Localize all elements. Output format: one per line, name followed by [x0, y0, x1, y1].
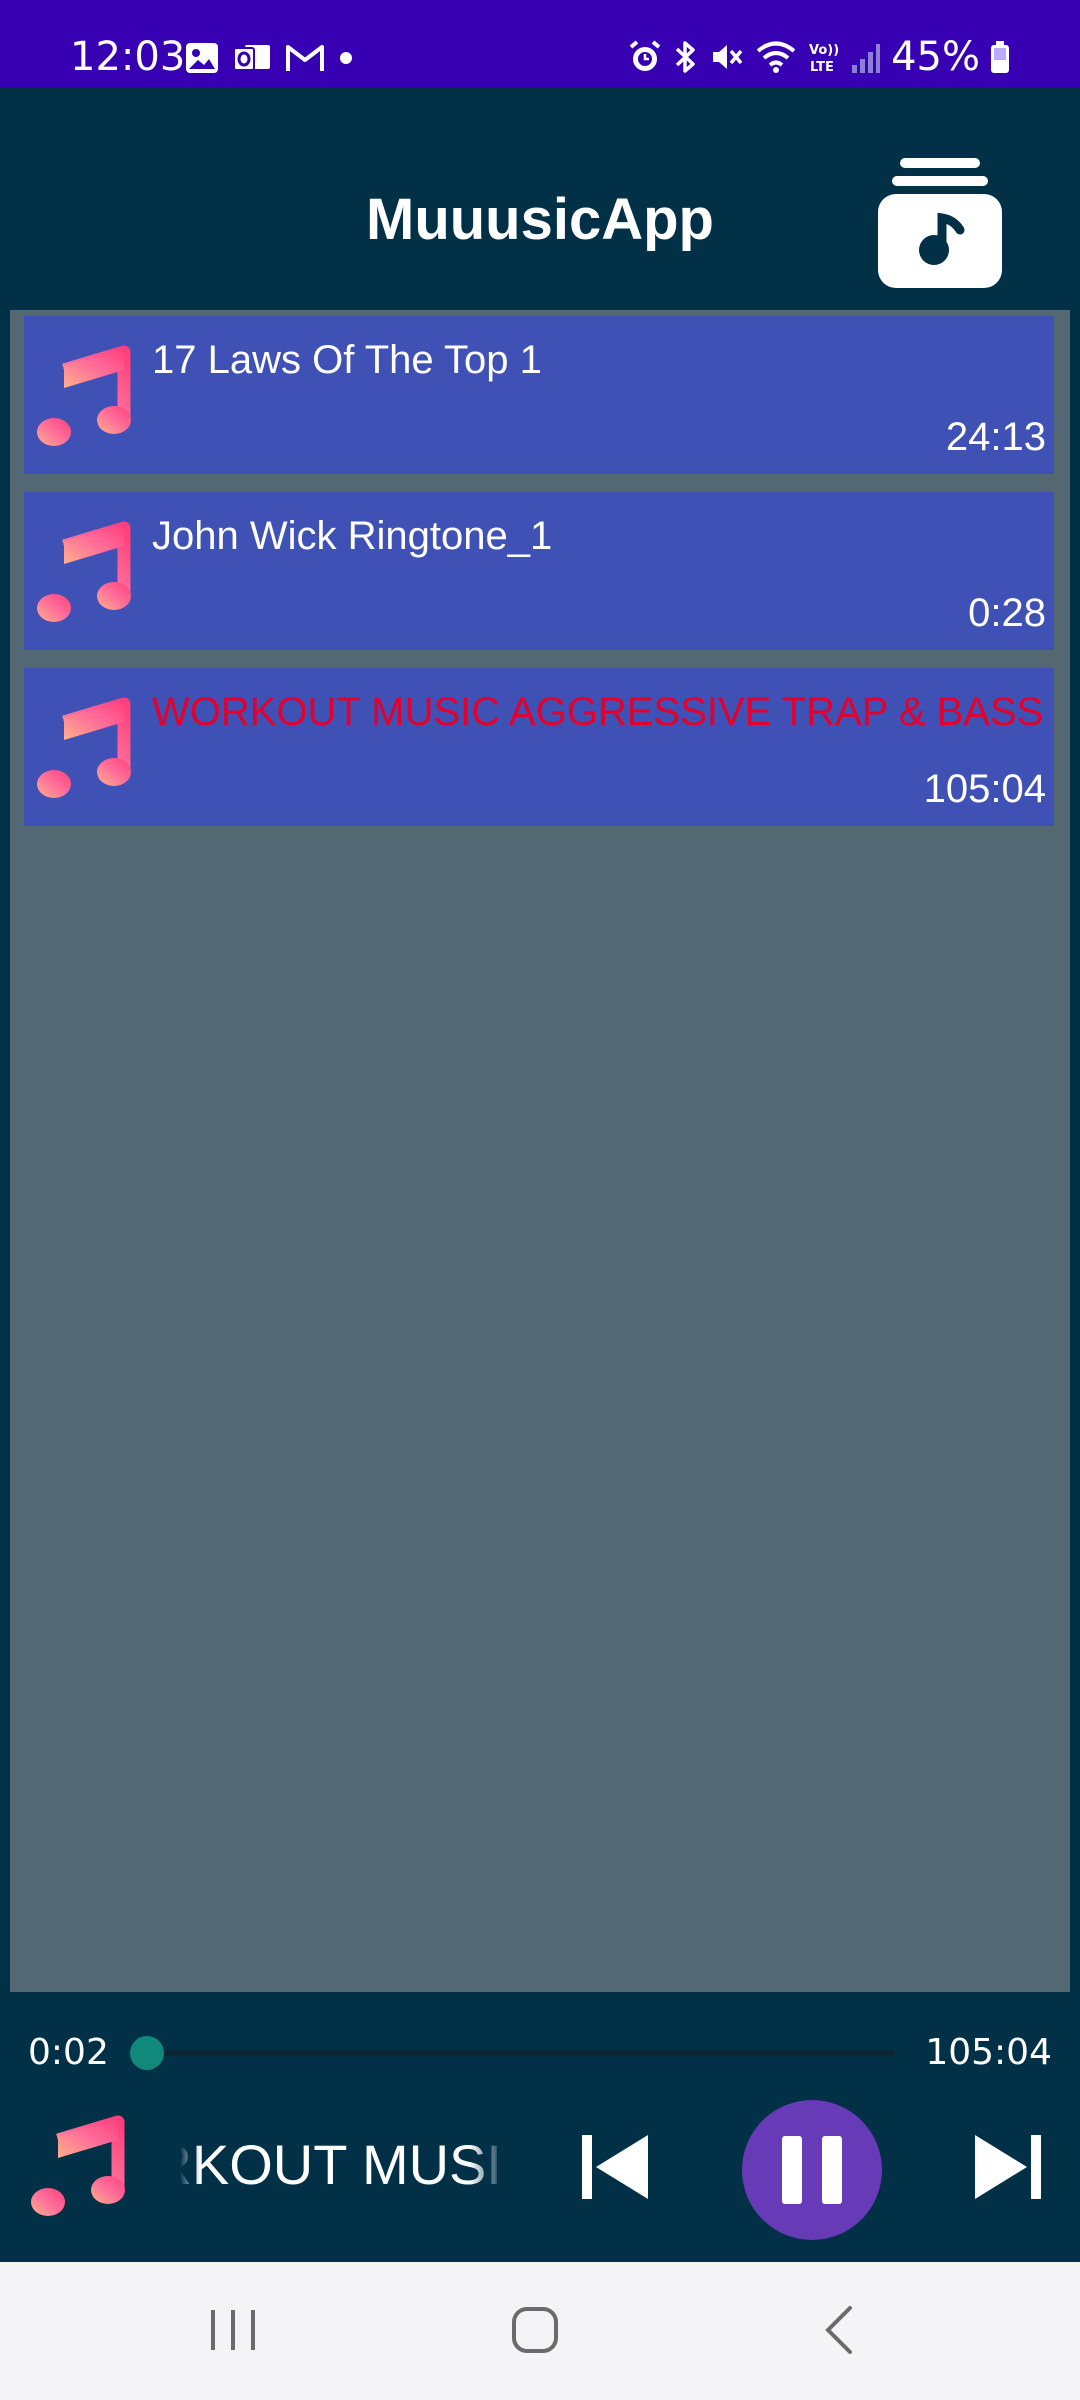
outlook-icon [233, 45, 270, 71]
volte-icon: Vo)) LTE [809, 43, 839, 75]
pause-button[interactable] [742, 2100, 882, 2240]
seek-bar[interactable] [130, 2036, 895, 2070]
track-duration: 24:13 [945, 415, 1046, 459]
music-library-icon[interactable] [878, 158, 1002, 288]
bluetooth-icon [675, 41, 695, 73]
gmail-icon [286, 45, 324, 71]
track-item-playing[interactable]: WORKOUT MUSIC AGGRESSIVE TRAP & BASS 105… [24, 668, 1054, 826]
notification-icons [185, 42, 353, 74]
music-note-icon [37, 521, 131, 622]
svg-text:Vo)): Vo)) [809, 43, 839, 58]
track-list[interactable]: 17 Laws Of The Top 1 24:13 John Wick Rin… [10, 310, 1070, 1992]
now-playing-marquee: WORKOUT MUSIC AGGRESSIVE TRAP & BASS [180, 2132, 505, 2202]
pause-icon [782, 2136, 842, 2204]
battery-icon [991, 41, 1009, 73]
track-item[interactable]: John Wick Ringtone_1 0:28 [24, 492, 1054, 650]
battery-percent: 45% [891, 34, 980, 80]
track-duration: 0:28 [968, 591, 1046, 635]
home-icon[interactable] [495, 2300, 575, 2360]
track-duration: 105:04 [923, 767, 1046, 811]
status-bar: 12:03 Vo)) LTE 45% [0, 0, 1080, 88]
music-note-icon [37, 345, 131, 446]
track-title: 17 Laws Of The Top 1 [152, 338, 542, 382]
player-bar: 0:02 105:04 WORKOUT MUSIC AGGRESSIVE TRA… [0, 1992, 1080, 2262]
system-nav-bar [0, 2262, 1080, 2400]
now-playing-title: WORKOUT MUSIC AGGRESSIVE TRAP & BASS [180, 2133, 505, 2196]
track-title: John Wick Ringtone_1 [152, 514, 553, 558]
app-bar: MuuusicApp [0, 88, 1080, 308]
track-title: WORKOUT MUSIC AGGRESSIVE TRAP & BASS [152, 690, 1044, 734]
wifi-icon [756, 41, 796, 73]
total-time: 105:04 [925, 2032, 1052, 2073]
system-status-icons: Vo)) LTE 45% [627, 34, 1010, 80]
seek-thumb[interactable] [130, 2036, 165, 2070]
signal-icon [852, 44, 881, 73]
back-icon[interactable] [800, 2300, 880, 2360]
music-note-icon [31, 2115, 125, 2216]
status-time: 12:03 [70, 34, 186, 80]
current-time: 0:02 [28, 2032, 109, 2073]
next-button[interactable] [975, 2135, 1041, 2199]
gallery-icon [186, 43, 218, 73]
mute-icon [713, 45, 743, 69]
svg-text:LTE: LTE [810, 60, 834, 75]
recent-apps-icon[interactable] [193, 2300, 273, 2360]
alarm-icon [629, 40, 661, 71]
music-note-icon [37, 697, 131, 798]
previous-button[interactable] [582, 2135, 648, 2199]
dot-icon [340, 52, 352, 64]
track-item[interactable]: 17 Laws Of The Top 1 24:13 [24, 316, 1054, 474]
